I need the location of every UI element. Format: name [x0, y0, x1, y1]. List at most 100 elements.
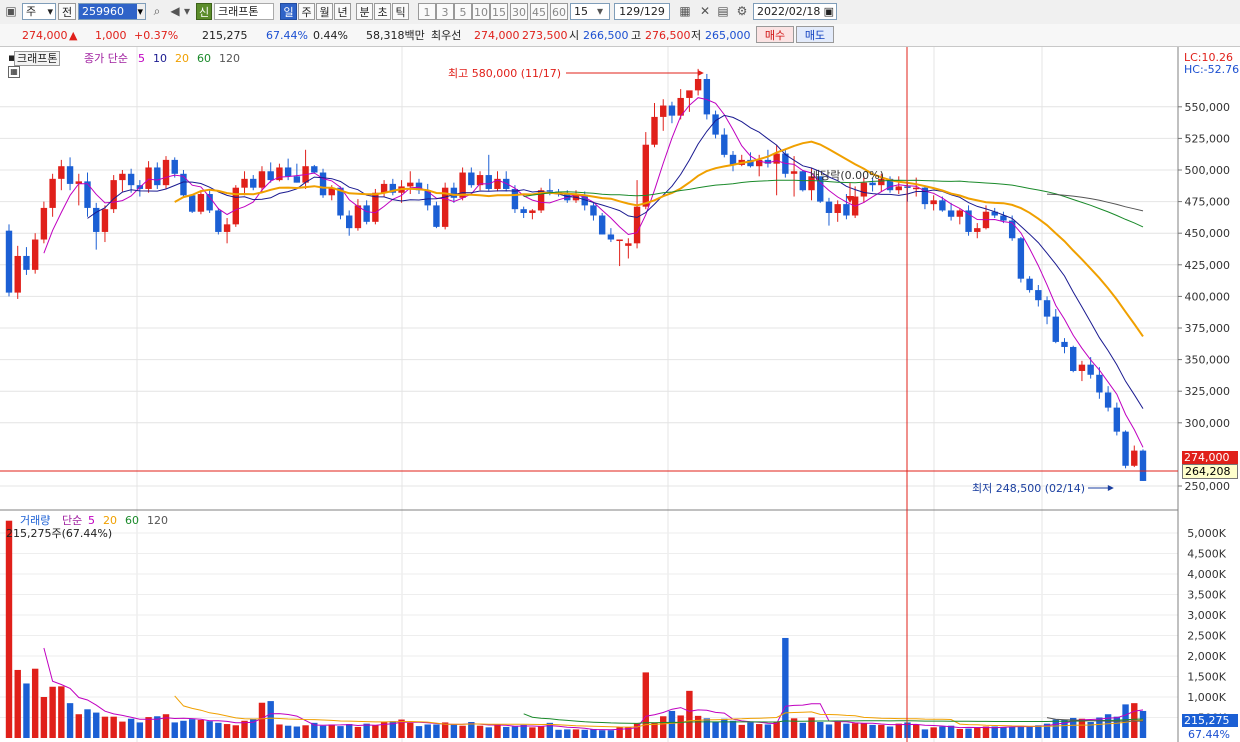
volume-current-tag: 215,275 [1182, 714, 1238, 727]
volume-tick-7: 1,500K [1187, 671, 1226, 684]
min-annotation: 최저 248,500 (02/14) [972, 482, 1085, 495]
volume-bar-3 [31, 668, 39, 738]
volume-bar-9 [84, 709, 91, 738]
volume-tick-6: 2,000K [1187, 650, 1226, 663]
ma-legend: 5 10 20 60 120 [138, 52, 248, 65]
volume-bar-98 [860, 723, 868, 738]
candle-body-18 [162, 159, 170, 186]
volume-bar-77 [677, 715, 684, 738]
candle-body-90 [790, 171, 798, 174]
candle-body-33 [293, 176, 301, 183]
volume-bar-109 [956, 728, 964, 738]
volume-bar-115 [1008, 726, 1016, 738]
volume-legend-prefix: 단순 [62, 514, 83, 527]
volume-bar-65 [572, 729, 580, 738]
volume-bar-41 [363, 723, 370, 738]
candle-body-128 [1122, 431, 1129, 466]
stock-tag[interactable]: 크래프톤 [14, 51, 61, 66]
volume-bar-116 [1017, 725, 1025, 738]
candle-body-124 [1087, 364, 1094, 375]
candle-body-126 [1104, 392, 1112, 408]
volume-bar-76 [668, 710, 676, 738]
volume-bar-67 [590, 728, 597, 738]
price-tick-3: 475,000 [1185, 196, 1231, 209]
volume-bar-38 [337, 726, 344, 738]
candle-body-36 [319, 172, 327, 196]
volume-bar-123 [1078, 718, 1086, 738]
volume-ma-legend-5: 5 [88, 514, 95, 527]
volume-bar-79 [694, 715, 702, 738]
candle-body-95 [834, 204, 841, 213]
volume-bar-61 [537, 726, 545, 738]
volume-bar-37 [328, 724, 335, 738]
candle-body-13 [119, 173, 126, 181]
volume-value-label: 215,275주(67.44%) [6, 527, 113, 540]
price-tick-4: 450,000 [1185, 227, 1231, 240]
candle-body-127 [1113, 407, 1121, 432]
volume-bar-8 [75, 714, 82, 738]
candle-body-107 [939, 200, 946, 211]
candle-body-108 [947, 210, 955, 217]
volume-bar-101 [886, 726, 894, 738]
volume-bar-75 [660, 716, 667, 738]
volume-ma-legend-120: 120 [147, 514, 168, 527]
volume-bar-88 [773, 722, 780, 738]
candle-body-81 [712, 114, 719, 135]
candle-body-17 [154, 167, 161, 186]
candle-body-28 [250, 178, 257, 188]
volume-bar-39 [346, 724, 353, 738]
volume-tick-1: 4,500K [1187, 548, 1226, 561]
volume-bar-36 [319, 725, 327, 738]
price-tick-11: 250,000 [1185, 480, 1231, 493]
candle-body-59 [520, 209, 527, 213]
volume-tick-4: 3,000K [1187, 609, 1226, 622]
candle-body-74 [651, 116, 658, 145]
candle-body-122 [1070, 346, 1077, 371]
volume-bar-15 [136, 722, 144, 738]
ma-legend-20: 20 [175, 52, 189, 65]
volume-bar-4 [40, 697, 48, 738]
volume-bar-60 [529, 727, 536, 738]
candle-body-102 [895, 186, 902, 191]
candle-body-1 [14, 255, 21, 293]
candle-body-62 [546, 190, 554, 192]
volume-bar-118 [1035, 725, 1042, 738]
stock-chart[interactable]: 550,000 525,000 500,000 475,000 450,000 425,0… [0, 0, 1240, 742]
dividend-annotation: 배당락(0.00%) [810, 169, 884, 182]
volume-bar-54 [476, 725, 484, 738]
candle-body-46 [407, 182, 414, 187]
volume-bar-49 [433, 724, 440, 738]
volume-ma-legend-60: 60 [125, 514, 139, 527]
volume-bar-74 [651, 722, 658, 738]
candle-body-121 [1061, 341, 1068, 347]
volume-bar-55 [485, 727, 492, 738]
max-annotation: 최고 580,000 (11/17) [448, 67, 561, 80]
volume-bar-91 [799, 722, 806, 738]
volume-bar-64 [564, 729, 571, 738]
volume-bar-51 [450, 724, 458, 738]
volume-bar-47 [415, 726, 423, 738]
candle-body-51 [450, 187, 458, 198]
volume-bar-68 [598, 730, 606, 738]
candle-body-11 [101, 209, 109, 232]
volume-bar-13 [119, 721, 126, 738]
candle-body-3 [31, 239, 39, 270]
candle-body-116 [1017, 238, 1025, 279]
volume-bar-59 [520, 724, 527, 738]
candle-body-25 [223, 224, 231, 232]
volume-bar-25 [223, 724, 231, 738]
candle-body-69 [607, 234, 615, 240]
candle-body-130 [1139, 450, 1147, 481]
volume-bar-84 [738, 724, 745, 738]
candle-body-0 [5, 230, 13, 293]
table-icon[interactable]: ▦ [8, 66, 20, 78]
candle-body-111 [974, 228, 981, 232]
volume-bar-130 [1139, 710, 1147, 738]
volume-bar-24 [215, 722, 222, 738]
candle-body-39 [346, 215, 353, 229]
volume-bar-94 [825, 724, 833, 738]
volume-bar-86 [755, 724, 763, 738]
volume-bar-32 [284, 725, 292, 738]
candle-body-55 [485, 175, 492, 189]
volume-bar-108 [947, 725, 955, 738]
